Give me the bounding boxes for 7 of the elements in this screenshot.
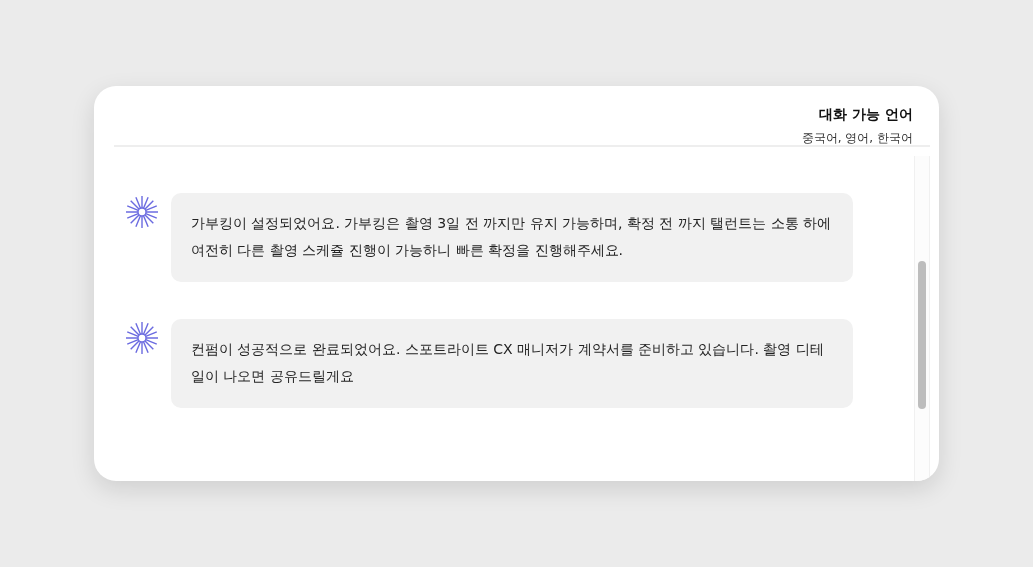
message-bubble: 컨펌이 성공적으로 완료되었어요. 스포트라이트 CX 매니저가 계약서를 준비하고 있습니다. 촬영 디테일이 나오면 공유드릴게요: [171, 319, 853, 408]
header-title: 대화 가능 언어: [819, 106, 913, 124]
starburst-icon: [125, 321, 159, 355]
scrollbar[interactable]: [914, 156, 930, 481]
message-bubble: 가부킹이 설정되었어요. 가부킹은 촬영 3일 전 까지만 유지 가능하며, 확정 전 까지 탤런트는 소통 하에 여전히 다른 촬영 스케쥴 진행이 가능하니 빠른 확정을 진행해주세요.: [171, 193, 853, 282]
starburst-icon: [125, 195, 159, 229]
languages-text: 중국어, 영어, 한국어: [801, 130, 913, 147]
